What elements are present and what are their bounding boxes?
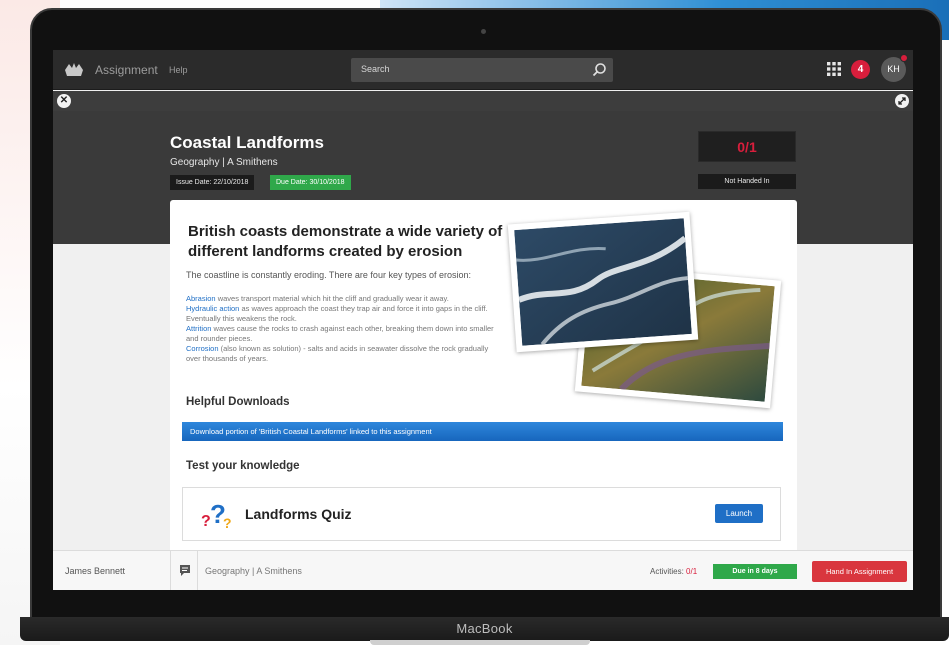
- svg-text:?: ?: [223, 515, 232, 530]
- score-box: 0/1: [698, 131, 796, 162]
- quiz-card[interactable]: ? ? ? Landforms Quiz Launch: [182, 487, 781, 541]
- app-title[interactable]: Assignment: [95, 63, 158, 77]
- erosion-description: (also known as solution) - salts and aci…: [186, 344, 489, 363]
- camera-dot: [481, 29, 486, 34]
- activities-text: Activities:: [650, 567, 684, 576]
- window-controls-bar: ✕: [53, 91, 913, 111]
- footer-class-label: Geography | A Smithens: [205, 566, 302, 576]
- notification-badge[interactable]: 4: [851, 60, 870, 79]
- search-placeholder: Search: [361, 64, 390, 74]
- status-badge: Not Handed In: [698, 174, 796, 189]
- erosion-term[interactable]: Corrosion: [186, 344, 219, 353]
- hand-in-button[interactable]: Hand In Assignment: [812, 561, 907, 582]
- intro-text: The coastline is constantly eroding. The…: [186, 270, 471, 280]
- screen: Assignment Help Search 4 KH ✕ Coastal La…: [53, 50, 913, 590]
- avatar-status-dot: [900, 54, 908, 62]
- comment-button[interactable]: [170, 551, 198, 590]
- content-card: British coasts demonstrate a wide variet…: [170, 200, 797, 560]
- expand-arrows-icon: [898, 97, 906, 105]
- launch-button[interactable]: Launch: [715, 504, 763, 523]
- list-item: Hydraulic action as waves approach the c…: [186, 304, 496, 324]
- erosion-description: waves cause the rocks to crash against e…: [186, 324, 494, 343]
- quiz-title: Landforms Quiz: [245, 506, 352, 522]
- comment-icon: [180, 565, 190, 576]
- due-date-badge: Due Date: 30/10/2018: [270, 175, 351, 190]
- student-name: James Bennett: [65, 566, 126, 576]
- search-input[interactable]: Search: [351, 58, 613, 82]
- downloads-heading: Helpful Downloads: [186, 396, 290, 408]
- laptop-foot: [370, 640, 590, 645]
- erosion-list: Abrasion waves transport material which …: [186, 294, 496, 364]
- list-item: Attrition waves cause the rocks to crash…: [186, 324, 496, 344]
- photo-river-image: [514, 218, 692, 346]
- erosion-term[interactable]: Hydraulic action: [186, 304, 239, 313]
- logo-icon[interactable]: [63, 61, 85, 79]
- laptop-base: MacBook: [20, 617, 949, 641]
- download-link[interactable]: Download portion of 'British Coastal Lan…: [182, 422, 783, 441]
- search-icon[interactable]: [591, 62, 607, 78]
- help-link[interactable]: Help: [169, 65, 188, 75]
- expand-icon[interactable]: [895, 94, 909, 108]
- question-marks-icon: ? ? ?: [201, 499, 232, 530]
- top-bar: Assignment Help Search 4 KH: [53, 50, 913, 90]
- erosion-description: waves transport material which hit the c…: [215, 294, 449, 303]
- activities-count: 0/1: [686, 567, 698, 576]
- apps-grid-icon[interactable]: [827, 62, 841, 76]
- page-title: Coastal Landforms: [170, 133, 324, 152]
- content-heading: British coasts demonstrate a wide variet…: [188, 223, 503, 260]
- photo-river-aerial: [507, 211, 699, 353]
- activities-label: Activities: 0/1: [650, 567, 697, 576]
- due-in-badge: Due in 8 days: [713, 564, 797, 579]
- erosion-term[interactable]: Attrition: [186, 324, 211, 333]
- issue-date-badge: Issue Date: 22/10/2018: [170, 175, 255, 190]
- list-item: Abrasion waves transport material which …: [186, 294, 496, 304]
- class-subtitle: Geography | A Smithens: [170, 157, 278, 168]
- close-icon[interactable]: ✕: [57, 94, 71, 108]
- device-label: MacBook: [456, 621, 513, 636]
- list-item: Corrosion (also known as solution) - sal…: [186, 344, 496, 364]
- knowledge-heading: Test your knowledge: [186, 460, 300, 472]
- erosion-term[interactable]: Abrasion: [186, 294, 216, 303]
- footer-bar: James Bennett Geography | A Smithens Act…: [53, 550, 913, 590]
